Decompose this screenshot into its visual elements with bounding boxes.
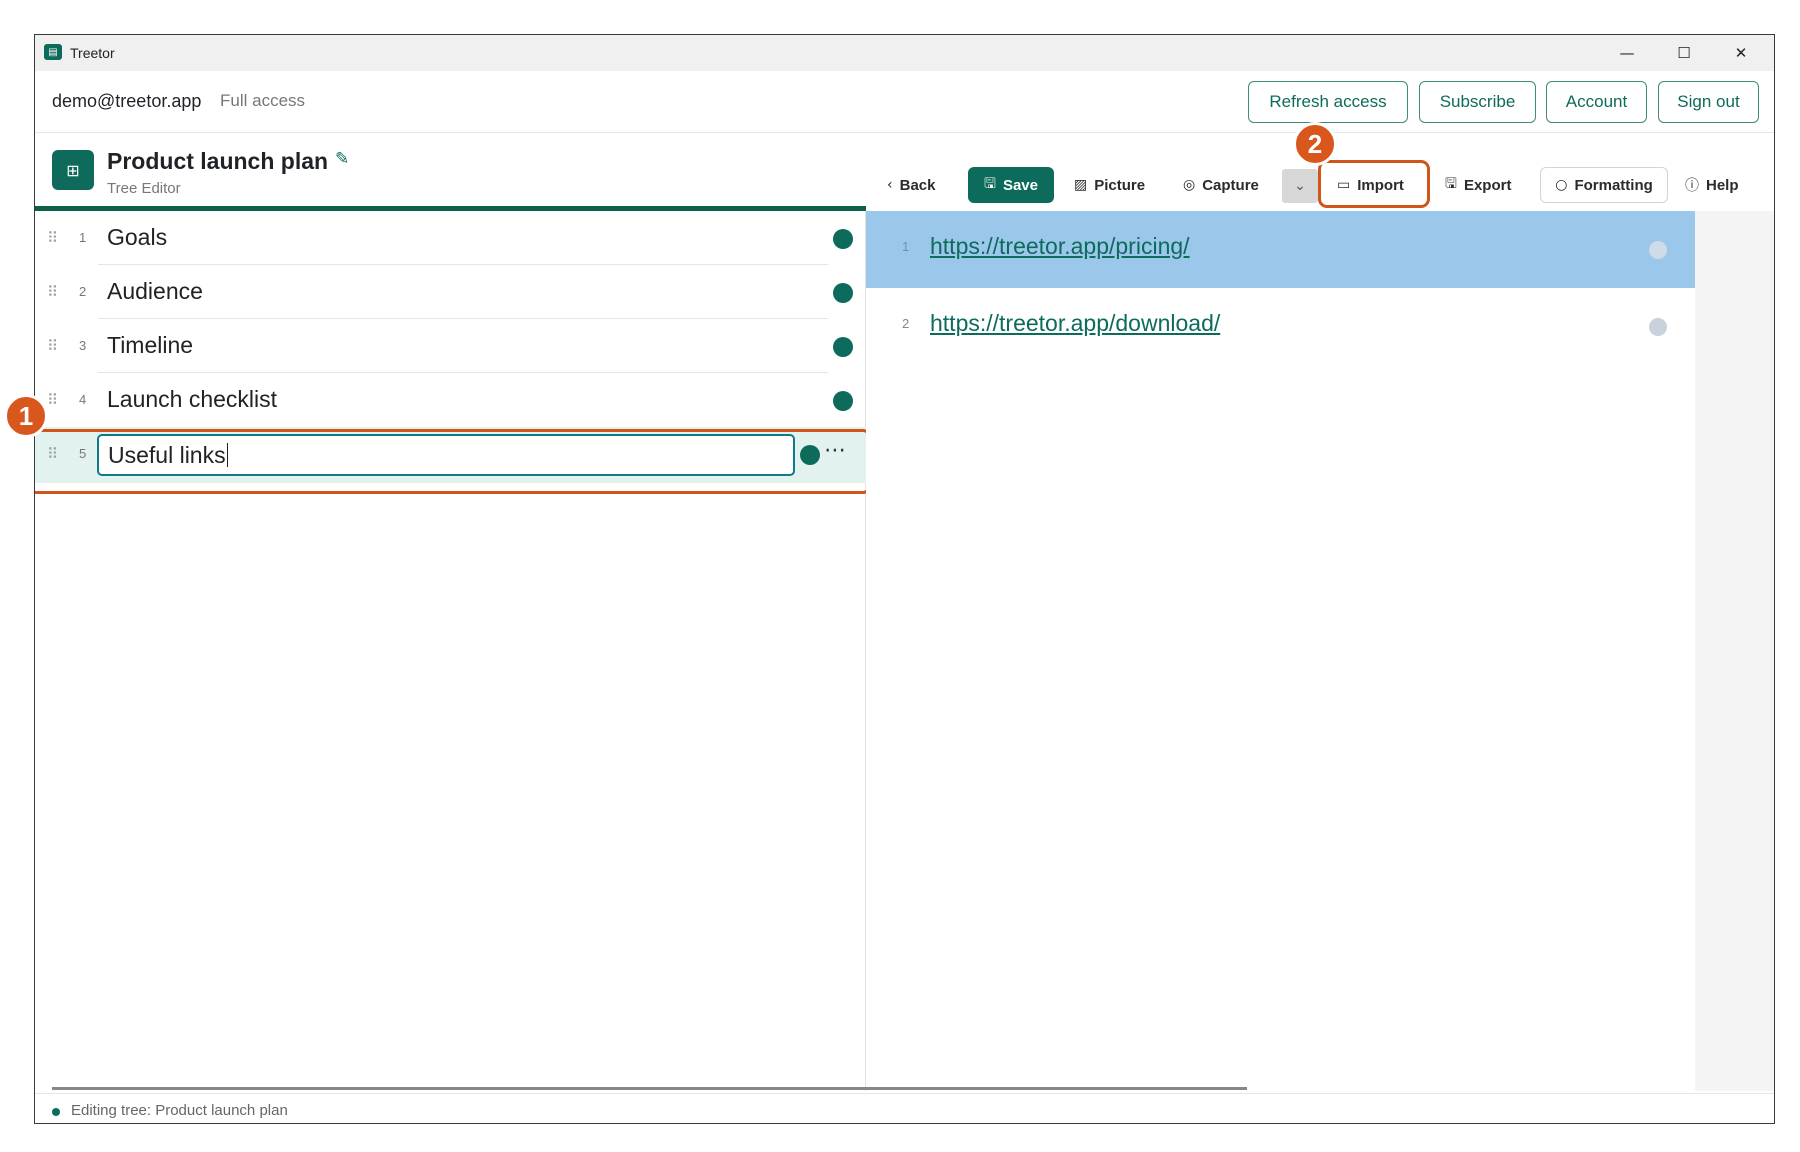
horizontal-scrollbar[interactable]	[52, 1087, 1247, 1090]
tree-pane: ⠿ 1 Goals ⠿ 2 Audience ⠿ 3 Timeline ⠿ 4 …	[35, 211, 871, 1091]
status-dot[interactable]	[833, 337, 853, 357]
account-button[interactable]: Account	[1546, 81, 1647, 123]
help-button[interactable]: ⓘ Help	[1685, 167, 1751, 203]
app-window: ▤ Treetor — ☐ ✕ demo@treetor.app Full ac…	[34, 34, 1775, 1124]
status-dot[interactable]	[833, 229, 853, 249]
back-label: Back	[899, 176, 936, 194]
save-label: Save	[1002, 176, 1038, 194]
drag-handle-icon[interactable]: ⠿	[47, 391, 58, 409]
link-number: 2	[902, 316, 910, 331]
chevron-down-icon: ⌄	[1294, 178, 1306, 194]
row-number: 3	[79, 338, 87, 353]
app-logo-icon: ▤	[44, 44, 62, 60]
maximize-button[interactable]: ☐	[1661, 39, 1707, 67]
close-window-button[interactable]: ✕	[1718, 39, 1764, 67]
sign-out-button[interactable]: Sign out	[1658, 81, 1759, 123]
link-number: 1	[902, 239, 910, 254]
tree-editor-icon: ⊞	[52, 150, 94, 190]
callout-badge-1: 1	[4, 394, 48, 438]
content-pane: 1 https://treetor.app/pricing/ 2 https:/…	[866, 211, 1695, 1091]
tree-row[interactable]: ⠿ 3 Timeline	[35, 319, 866, 373]
status-dot[interactable]	[1649, 318, 1667, 336]
tree-row[interactable]: ⠿ 1 Goals	[35, 211, 866, 265]
capture-label: Capture	[1202, 176, 1259, 194]
tree-row[interactable]: ⠿ 2 Audience	[35, 265, 866, 319]
row-number: 1	[79, 230, 87, 245]
drag-handle-icon[interactable]: ⠿	[47, 283, 58, 301]
chevron-left-icon: ‹	[887, 177, 893, 193]
help-label: Help	[1706, 176, 1739, 194]
document-title: Product launch plan	[107, 148, 329, 174]
minimize-button[interactable]: —	[1604, 39, 1650, 67]
edit-title-pencil-icon[interactable]: ✎	[335, 149, 349, 169]
link-row-selected[interactable]: 1 https://treetor.app/pricing/	[866, 211, 1695, 288]
image-icon: ▨	[1074, 177, 1088, 193]
status-dot[interactable]	[833, 283, 853, 303]
status-dot[interactable]	[1649, 241, 1667, 259]
link-url[interactable]: https://treetor.app/download/	[930, 310, 1220, 337]
editor-header: ⊞ Product launch plan ✎ Tree Editor ‹ Ba…	[35, 133, 1774, 208]
formatting-button[interactable]: ○ Formatting	[1540, 167, 1668, 203]
export-icon: 🖫	[1445, 176, 1457, 192]
camera-icon: ◎	[1183, 177, 1196, 193]
window-title: Treetor	[70, 45, 115, 61]
subscribe-button[interactable]: Subscribe	[1419, 81, 1536, 123]
import-highlight-frame	[1318, 160, 1430, 208]
status-bar: Editing tree: Product launch plan	[35, 1093, 1774, 1123]
status-text: Editing tree: Product launch plan	[71, 1102, 288, 1119]
document-subtitle: Tree Editor	[107, 180, 181, 197]
help-icon: ⓘ	[1685, 178, 1699, 194]
link-url[interactable]: https://treetor.app/pricing/	[930, 233, 1190, 260]
right-gutter	[1695, 211, 1774, 1091]
row-label[interactable]: Goals	[107, 224, 167, 251]
formatting-label: Formatting	[1574, 176, 1653, 194]
back-button[interactable]: ‹ Back	[887, 167, 957, 203]
save-icon: 🖫	[984, 176, 996, 192]
row-label[interactable]: Audience	[107, 278, 203, 305]
status-indicator-dot	[52, 1108, 60, 1116]
picture-button[interactable]: ▨ Picture	[1074, 167, 1164, 203]
row-label[interactable]: Launch checklist	[107, 386, 277, 413]
link-row[interactable]: 2 https://treetor.app/download/	[866, 288, 1695, 365]
row-number: 4	[79, 392, 87, 407]
drag-handle-icon[interactable]: ⠿	[47, 337, 58, 355]
row-label[interactable]: Timeline	[107, 332, 193, 359]
callout-badge-2: 2	[1293, 122, 1337, 166]
refresh-access-button[interactable]: Refresh access	[1248, 81, 1408, 123]
save-button[interactable]: 🖫 Save	[968, 167, 1054, 203]
capture-dropdown-button[interactable]: ⌄	[1282, 169, 1318, 203]
access-level: Full access	[220, 91, 306, 110]
status-dot[interactable]	[833, 391, 853, 411]
capture-button[interactable]: ◎ Capture	[1183, 167, 1273, 203]
drag-handle-icon[interactable]: ⠿	[47, 229, 58, 247]
row-number: 2	[79, 284, 87, 299]
row-highlight-frame	[35, 429, 871, 494]
export-label: Export	[1463, 176, 1512, 194]
formatting-icon: ○	[1555, 177, 1568, 193]
title-bar: ▤ Treetor — ☐ ✕	[35, 35, 1774, 71]
export-button[interactable]: 🖫 Export	[1445, 167, 1525, 203]
picture-label: Picture	[1094, 176, 1146, 194]
user-email: demo@treetor.app	[52, 91, 202, 111]
tree-row[interactable]: ⠿ 4 Launch checklist	[35, 373, 866, 427]
account-bar: demo@treetor.app Full access Refresh acc…	[35, 71, 1774, 133]
